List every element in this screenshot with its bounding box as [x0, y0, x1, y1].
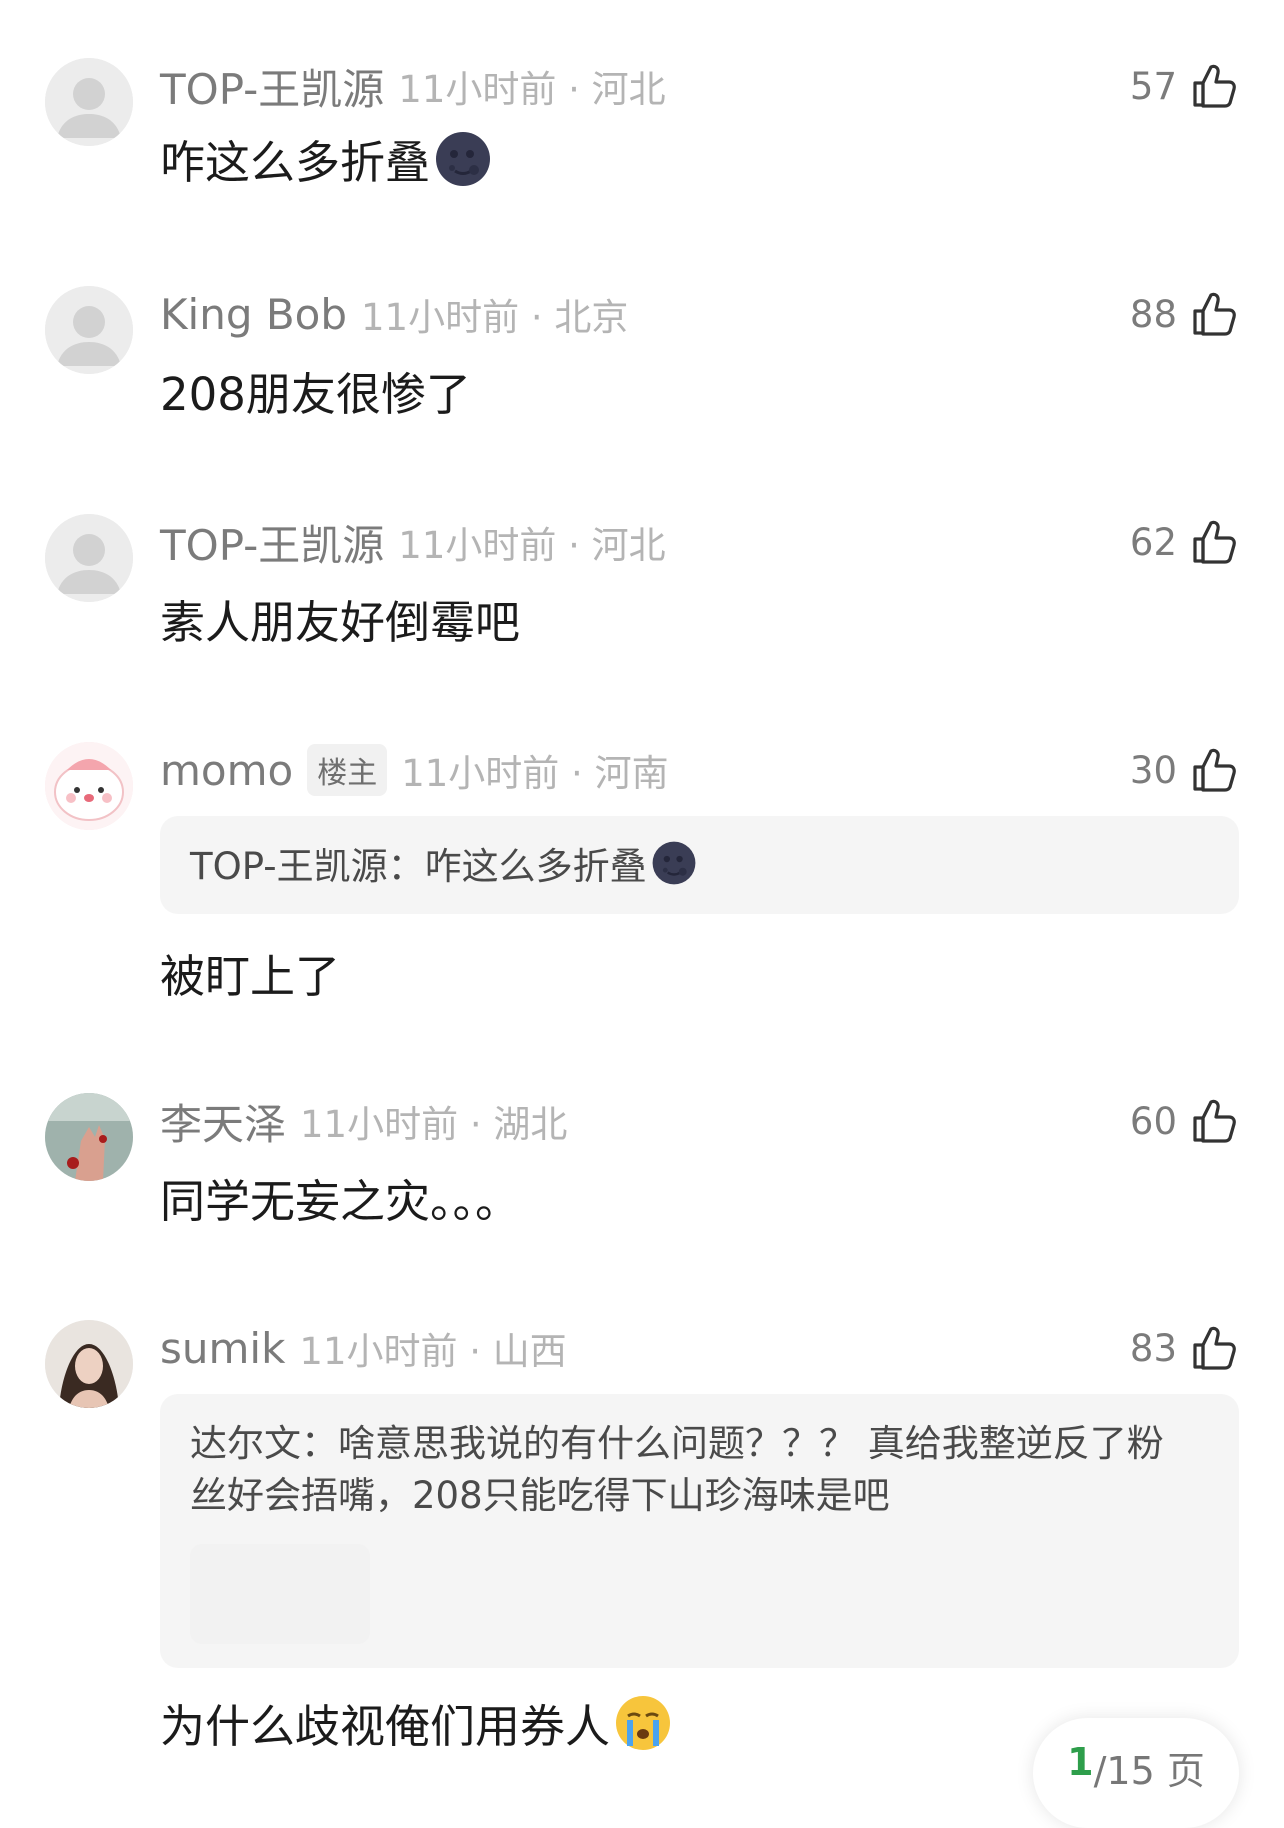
comment-body: 同学无妄之灾。。。: [160, 1175, 521, 1228]
avatar[interactable]: [45, 286, 133, 374]
comment-text: 为什么歧视俺们用券人: [160, 1690, 672, 1755]
comment-meta: TOP-王凯源 11小时前 · 河北: [160, 514, 666, 570]
comment-body: 被盯上了: [160, 950, 341, 1003]
username[interactable]: sumik: [160, 1324, 285, 1373]
like-count: 60: [1129, 1099, 1177, 1143]
crying-face-emoji-icon: [614, 1694, 672, 1752]
thumbs-up-icon: [1189, 1096, 1239, 1146]
like-count: 88: [1129, 292, 1177, 336]
thumbs-up-icon: [1189, 289, 1239, 339]
comment-text: 208朋友很惨了: [160, 358, 471, 423]
comment-meta: King Bob 11小时前 · 北京: [160, 286, 628, 342]
comment-time: 11小时前 · 湖北: [300, 1103, 568, 1146]
comment-body: 为什么歧视俺们用券人: [160, 1700, 611, 1753]
new-moon-face-emoji-icon: [434, 130, 492, 188]
username[interactable]: 李天泽: [160, 1091, 286, 1152]
cartoon-avatar-icon: [45, 742, 133, 830]
username[interactable]: TOP-王凯源: [160, 512, 384, 573]
quoted-text-line: 丝好会捂嘴，208只能吃得下山珍海味是吧: [190, 1474, 890, 1517]
like-button[interactable]: 88: [1130, 286, 1239, 342]
thumbs-up-icon: [1189, 1323, 1239, 1373]
comment-text: 被盯上了: [160, 940, 340, 1005]
thumbs-up-icon: [1189, 61, 1239, 111]
comment-time: 11小时前 · 河南: [401, 752, 669, 795]
quoted-reply[interactable]: 达尔文：啥意思我说的有什么问题？？？ 真给我整逆反了粉 丝好会捂嘴，208只能吃…: [160, 1394, 1239, 1668]
like-count: 83: [1129, 1326, 1177, 1370]
like-button[interactable]: 62: [1130, 514, 1239, 570]
comment-text: 咋这么多折叠: [160, 126, 492, 191]
comment-meta: sumik 11小时前 · 山西: [160, 1320, 567, 1376]
comment-time: 11小时前 · 山西: [299, 1330, 567, 1373]
comment-meta: TOP-王凯源 11小时前 · 河北: [160, 58, 666, 114]
comment-time: 11小时前 · 北京: [361, 296, 629, 339]
quoted-text: TOP-王凯源：咋这么多折叠: [190, 845, 647, 888]
comment-time: 11小时前 · 河北: [398, 524, 666, 567]
current-page: 1: [1067, 1740, 1094, 1784]
username[interactable]: TOP-王凯源: [160, 56, 384, 117]
like-count: 62: [1129, 520, 1177, 564]
comment-meta: momo 楼主 11小时前 · 河南: [160, 742, 669, 798]
like-button[interactable]: 83: [1130, 1320, 1239, 1376]
username[interactable]: King Bob: [160, 290, 347, 339]
photo-avatar-icon: [45, 1320, 133, 1408]
like-count: 57: [1129, 64, 1177, 108]
comment-body: 咋这么多折叠: [160, 136, 431, 189]
avatar[interactable]: [45, 742, 133, 830]
quoted-reply[interactable]: TOP-王凯源：咋这么多折叠: [160, 816, 1239, 914]
page-indicator[interactable]: 1 /15 页: [1033, 1718, 1239, 1828]
op-badge: 楼主: [307, 744, 388, 796]
like-button[interactable]: 60: [1130, 1093, 1239, 1149]
comment-body: 208朋友很惨了: [160, 368, 471, 421]
comment-meta: 李天泽 11小时前 · 湖北: [160, 1093, 567, 1149]
quoted-image[interactable]: [190, 1544, 370, 1644]
avatar[interactable]: [45, 514, 133, 602]
new-moon-face-emoji-icon: [651, 840, 697, 886]
like-button[interactable]: 57: [1130, 58, 1239, 114]
thumbs-up-icon: [1189, 745, 1239, 795]
comment-text: 同学无妄之灾。。。: [160, 1165, 520, 1230]
comment-time: 11小时前 · 河北: [398, 68, 666, 111]
like-button[interactable]: 30: [1130, 742, 1239, 798]
photo-avatar-icon: [45, 1093, 133, 1181]
thumbs-up-icon: [1189, 517, 1239, 567]
comment-body: 素人朋友好倒霉吧: [160, 596, 521, 649]
like-count: 30: [1129, 748, 1177, 792]
avatar[interactable]: [45, 1320, 133, 1408]
username[interactable]: momo: [160, 746, 293, 795]
quoted-text-line: 达尔文：啥意思我说的有什么问题？？？ 真给我整逆反了粉: [190, 1422, 1164, 1465]
avatar[interactable]: [45, 1093, 133, 1181]
avatar[interactable]: [45, 58, 133, 146]
comment-text: 素人朋友好倒霉吧: [160, 586, 520, 651]
total-pages: /15 页: [1093, 1749, 1205, 1793]
